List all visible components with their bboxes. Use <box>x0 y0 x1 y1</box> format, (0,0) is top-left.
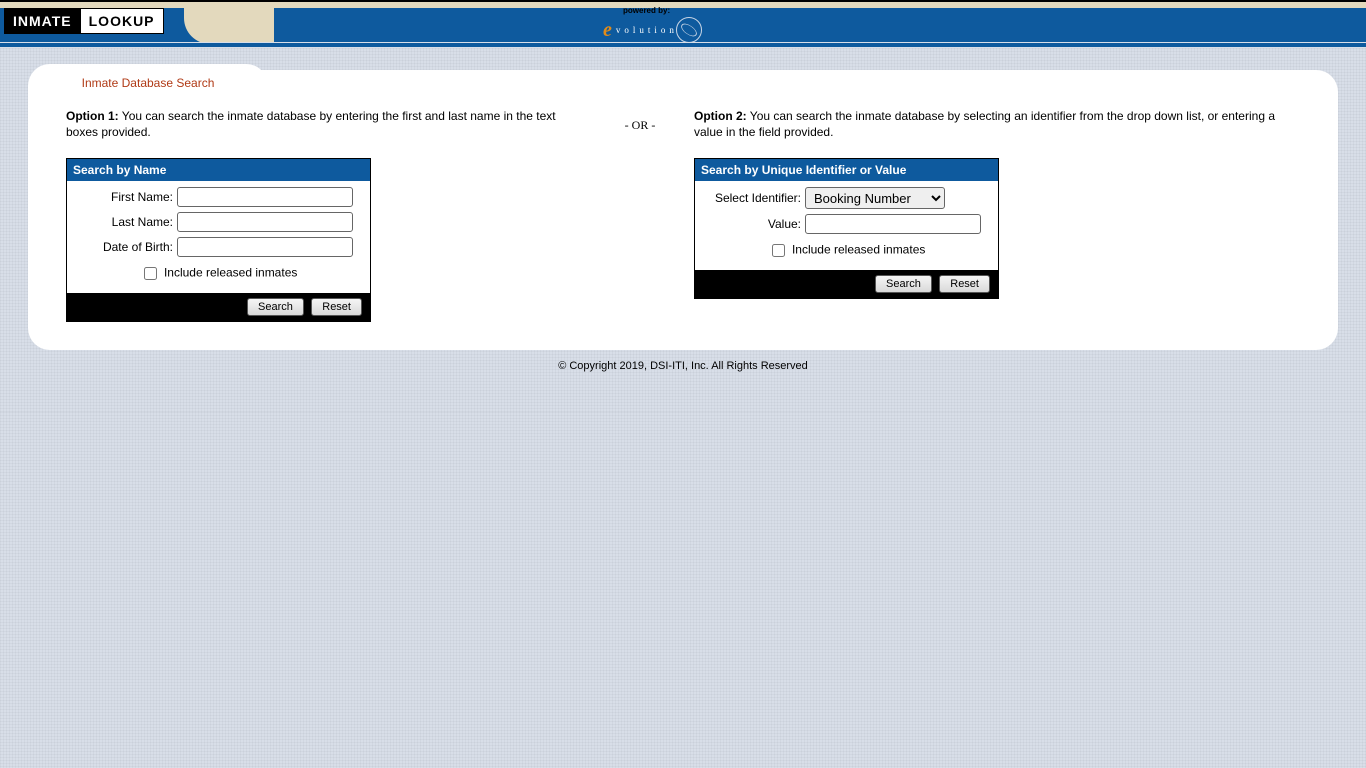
option2-text: Option 2: You can search the inmate data… <box>694 108 1300 140</box>
search-by-id-box: Search by Unique Identifier or Value Sel… <box>694 158 999 299</box>
logo-word-lookup: LOOKUP <box>81 8 164 34</box>
option2-body: You can search the inmate database by se… <box>694 109 1275 139</box>
option2-prefix: Option 2: <box>694 109 747 123</box>
value-label: Value: <box>703 217 801 231</box>
last-name-input[interactable] <box>177 212 353 232</box>
brand-rest: volution <box>616 25 678 35</box>
option1-prefix: Option 1: <box>66 109 119 123</box>
logo-word-inmate: INMATE <box>4 8 81 34</box>
select-identifier-label: Select Identifier: <box>703 191 801 205</box>
include-released-label-name: Include released inmates <box>164 266 297 280</box>
search-button-id[interactable]: Search <box>875 275 932 293</box>
include-released-checkbox-id[interactable] <box>772 244 785 257</box>
reset-button-id[interactable]: Reset <box>939 275 990 293</box>
include-released-label-id: Include released inmates <box>792 243 925 257</box>
search-by-id-header: Search by Unique Identifier or Value <box>695 159 998 181</box>
search-button-name[interactable]: Search <box>247 298 304 316</box>
brand-e: e <box>603 20 612 40</box>
header-notch <box>184 2 274 42</box>
tab-label: Inmate Database Search <box>82 76 215 90</box>
site-logo: INMATE LOOKUP <box>4 8 164 34</box>
option1-text: Option 1: You can search the inmate data… <box>66 108 586 140</box>
value-input[interactable] <box>805 214 981 234</box>
brand-evolution: e volution <box>603 17 702 42</box>
search-by-name-box: Search by Name First Name: Last Name: Da… <box>66 158 371 322</box>
or-divider: - OR - <box>610 108 670 133</box>
search-by-name-header: Search by Name <box>67 159 370 181</box>
header-accent-bar <box>0 42 1366 48</box>
first-name-input[interactable] <box>177 187 353 207</box>
include-released-checkbox-name[interactable] <box>144 267 157 280</box>
footer-copyright: © Copyright 2019, DSI-ITI, Inc. All Righ… <box>28 350 1338 412</box>
option1-body: You can search the inmate database by en… <box>66 109 556 139</box>
identifier-select[interactable]: Booking Number <box>805 187 945 209</box>
dob-label: Date of Birth: <box>75 240 173 254</box>
powered-by-label: powered by: <box>623 6 670 15</box>
tab-inmate-search[interactable]: Inmate Database Search <box>28 64 268 96</box>
dob-input[interactable] <box>177 237 353 257</box>
reset-button-name[interactable]: Reset <box>311 298 362 316</box>
first-name-label: First Name: <box>75 190 173 204</box>
last-name-label: Last Name: <box>75 215 173 229</box>
main-panel: Inmate Database Search Option 1: You can… <box>28 70 1338 350</box>
header-bar: INMATE LOOKUP powered by: e volution <box>0 0 1366 42</box>
orbit-icon <box>676 17 702 42</box>
